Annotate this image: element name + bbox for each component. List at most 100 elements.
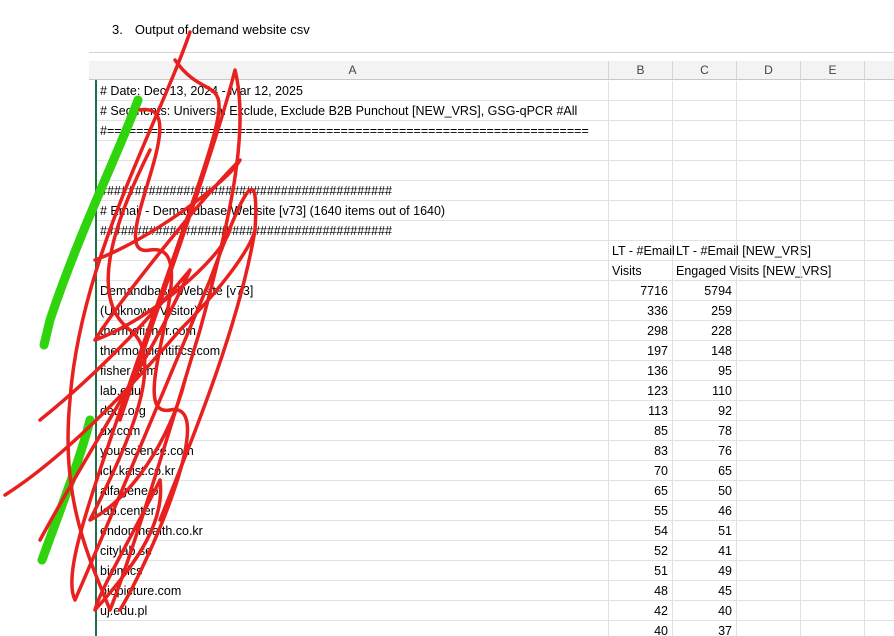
cell-domain[interactable] (97, 621, 609, 636)
cell-c[interactable] (673, 161, 737, 181)
cell-visits[interactable]: 123 (609, 381, 673, 401)
cell-e[interactable] (801, 581, 865, 601)
cell-engaged-visits[interactable]: 41 (673, 541, 737, 561)
cell-engaged-visits[interactable]: 51 (673, 521, 737, 541)
cell-f[interactable] (865, 561, 894, 581)
cell-d[interactable] (737, 581, 801, 601)
cell-domain[interactable]: lab.center (97, 501, 609, 521)
cell-visits[interactable]: 83 (609, 441, 673, 461)
cell-engaged-visits[interactable]: 5794 (673, 281, 737, 301)
cell-e[interactable] (801, 161, 865, 181)
cell-visits[interactable]: 85 (609, 421, 673, 441)
cell-d[interactable] (737, 221, 801, 241)
cell-e[interactable] (801, 221, 865, 241)
cell-c[interactable] (673, 101, 737, 121)
cell-f[interactable] (865, 261, 894, 281)
cell-d[interactable] (737, 381, 801, 401)
cell-visits[interactable]: 197 (609, 341, 673, 361)
cell-d[interactable] (737, 441, 801, 461)
column-header-d[interactable]: D (737, 61, 801, 79)
cell-engaged-visits[interactable]: 46 (673, 501, 737, 521)
cell-a[interactable] (97, 141, 609, 161)
cell-f[interactable] (865, 501, 894, 521)
cell-b[interactable] (609, 161, 673, 181)
cell-visits[interactable]: 65 (609, 481, 673, 501)
cell-f[interactable] (865, 201, 894, 221)
cell-engaged-visits[interactable]: 110 (673, 381, 737, 401)
cell-d[interactable] (737, 101, 801, 121)
cell-domain[interactable]: endomhealth.co.kr (97, 521, 609, 541)
cell-f[interactable] (865, 381, 894, 401)
column-header-a[interactable]: A (97, 61, 609, 79)
cell-b[interactable] (609, 221, 673, 241)
cell-engaged-visits[interactable]: 259 (673, 301, 737, 321)
cell-e[interactable] (801, 521, 865, 541)
cell-visits[interactable]: 7716 (609, 281, 673, 301)
cell-domain[interactable]: lab.edu (97, 381, 609, 401)
cell-f[interactable] (865, 421, 894, 441)
cell-e[interactable] (801, 261, 865, 281)
cell-domain[interactable]: thermofisher.com (97, 321, 609, 341)
cell-b[interactable] (609, 181, 673, 201)
cell-d[interactable] (737, 421, 801, 441)
cell-f[interactable] (865, 601, 894, 621)
cell-domain[interactable]: alfagene.pt (97, 481, 609, 501)
cell-f[interactable] (865, 321, 894, 341)
cell-engaged-visits[interactable]: 92 (673, 401, 737, 421)
cell-e[interactable] (801, 301, 865, 321)
cell-b[interactable] (609, 121, 673, 141)
cell-f[interactable] (865, 521, 894, 541)
cell-e[interactable] (801, 341, 865, 361)
cell-d[interactable] (737, 281, 801, 301)
cell-f[interactable] (865, 581, 894, 601)
cell-visits[interactable]: 48 (609, 581, 673, 601)
cell-a[interactable]: # Segments: Universal Exclude, Exclude B… (97, 101, 609, 121)
cell-d[interactable] (737, 521, 801, 541)
cell-c[interactable] (673, 221, 737, 241)
cell-c[interactable]: LT - #Email [NEW_VRS] (673, 241, 811, 261)
cell-d[interactable] (737, 121, 801, 141)
cell-f[interactable] (865, 301, 894, 321)
cell-d[interactable] (737, 561, 801, 581)
cell-a[interactable] (97, 161, 609, 181)
cell-e[interactable] (801, 401, 865, 421)
cell-a[interactable] (97, 241, 609, 261)
cell-e[interactable] (801, 121, 865, 141)
spreadsheet[interactable]: A B C D E # Date: Dec 13, 2024 - Mar 12,… (89, 52, 894, 636)
cell-domain[interactable]: citylab.se (97, 541, 609, 561)
cell-engaged-visits[interactable]: 76 (673, 441, 737, 461)
cell-e[interactable] (801, 241, 865, 261)
cell-engaged-visits[interactable]: 148 (673, 341, 737, 361)
cell-d[interactable] (737, 501, 801, 521)
cell-d[interactable] (737, 481, 801, 501)
cell-b[interactable] (609, 201, 673, 221)
cell-d[interactable] (737, 261, 801, 281)
cell-d[interactable] (737, 81, 801, 101)
cell-a[interactable]: ########################################… (97, 221, 609, 241)
cell-f[interactable] (865, 121, 894, 141)
column-header-b[interactable]: B (609, 61, 673, 79)
cell-visits[interactable]: 55 (609, 501, 673, 521)
cell-d[interactable] (737, 341, 801, 361)
cell-visits[interactable]: 51 (609, 561, 673, 581)
cell-e[interactable] (801, 141, 865, 161)
cell-domain[interactable]: data.org (97, 401, 609, 421)
cell-e[interactable] (801, 81, 865, 101)
cell-visits[interactable]: 136 (609, 361, 673, 381)
cell-domain[interactable]: Demandbase Website [v73] (97, 281, 609, 301)
cell-e[interactable] (801, 441, 865, 461)
cell-visits[interactable]: 298 (609, 321, 673, 341)
cell-d[interactable] (737, 361, 801, 381)
cell-b[interactable] (609, 81, 673, 101)
cell-visits[interactable]: 52 (609, 541, 673, 561)
cell-engaged-visits[interactable]: 45 (673, 581, 737, 601)
cell-engaged-visits[interactable]: 78 (673, 421, 737, 441)
cell-d[interactable] (737, 141, 801, 161)
cell-visits[interactable]: 54 (609, 521, 673, 541)
cell-f[interactable] (865, 181, 894, 201)
cell-domain[interactable]: dx.com (97, 421, 609, 441)
cell-e[interactable] (801, 101, 865, 121)
cell-f[interactable] (865, 341, 894, 361)
column-header-e[interactable]: E (801, 61, 865, 79)
column-header-c[interactable]: C (673, 61, 737, 79)
